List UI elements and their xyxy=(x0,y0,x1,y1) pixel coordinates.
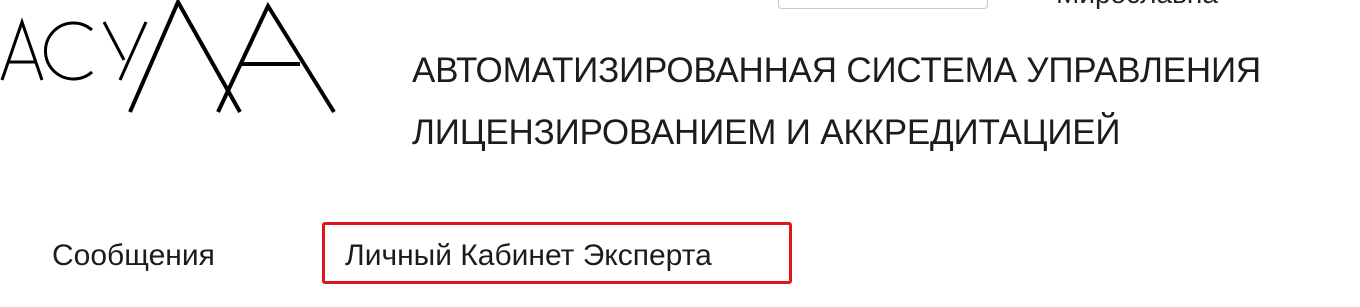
user-name: Мирославна xyxy=(1056,0,1218,8)
system-title-line-1: АВТОМАТИЗИРОВАННАЯ СИСТЕМА УПРАВЛЕНИЯ xyxy=(412,51,1262,90)
nav-item-messages[interactable]: Сообщения xyxy=(52,225,215,287)
system-title-line-2: ЛИЦЕНЗИРОВАНИЕМ И АККРЕДИТАЦИЕЙ xyxy=(412,113,1121,152)
system-title: АВТОМАТИЗИРОВАННАЯ СИСТЕМА УПРАВЛЕНИЯ ЛИ… xyxy=(412,40,1352,164)
top-dropdown-select[interactable] xyxy=(778,0,988,9)
main-nav: Сообщения Личный Кабинет Эксперта xyxy=(0,222,1360,284)
asula-logo-icon[interactable] xyxy=(0,0,340,120)
nav-item-expert-cabinet[interactable]: Личный Кабинет Эксперта xyxy=(322,222,792,284)
